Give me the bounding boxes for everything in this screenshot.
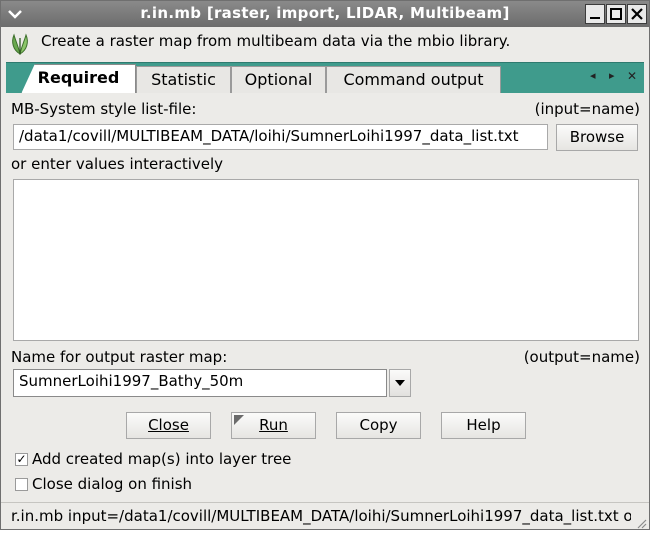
tab-scroll-right-icon[interactable]: ▸ [609, 69, 615, 82]
module-description: Create a raster map from multibeam data … [41, 32, 511, 50]
title-bar[interactable]: r.in.mb [raster, import, LIDAR, Multibea… [1, 1, 649, 27]
run-button-label: Run [259, 416, 288, 434]
copy-button-label: Copy [359, 416, 398, 434]
close-window-button[interactable] [627, 4, 647, 24]
input-file-field[interactable]: /data1/covill/MULTIBEAM_DATA/loihi/Sumne… [13, 124, 548, 150]
tab-command-output[interactable]: Command output [326, 66, 501, 94]
notebook-tabs: Required Statistic Optional Command outp… [6, 62, 644, 94]
command-preview: r.in.mb input=/data1/covill/MULTIBEAM_DA… [11, 507, 631, 525]
output-param-label: (output=name) [523, 348, 640, 366]
interactive-values-textarea[interactable] [13, 179, 639, 341]
minimize-button[interactable] [585, 4, 605, 24]
help-button-label: Help [466, 416, 501, 434]
tab-required[interactable]: Required [21, 64, 136, 94]
output-name-field[interactable]: SumnerLoihi1997_Bathy_50m [13, 369, 387, 397]
copy-button[interactable]: Copy [336, 412, 421, 439]
interactive-label: or enter values interactively [11, 155, 224, 173]
tab-scroll-left-icon[interactable]: ◂ [590, 69, 596, 82]
browse-button[interactable]: Browse [556, 124, 638, 151]
resize-grip-icon[interactable] [635, 515, 647, 529]
output-label: Name for output raster map: [11, 348, 228, 366]
close-button[interactable]: Close [126, 412, 211, 439]
help-button[interactable]: Help [441, 412, 526, 439]
window-title: r.in.mb [raster, import, LIDAR, Multibea… [140, 4, 510, 22]
output-dropdown-button[interactable] [389, 369, 411, 397]
run-corner-icon [234, 415, 244, 425]
close-button-label: Close [148, 416, 189, 434]
dialog-window: r.in.mb [raster, import, LIDAR, Multibea… [0, 0, 650, 530]
close-on-finish-checkbox[interactable] [15, 478, 28, 491]
status-bar: r.in.mb input=/data1/covill/MULTIBEAM_DA… [1, 502, 649, 529]
add-to-layer-tree-checkbox[interactable]: ✓ [15, 453, 28, 466]
tab-statistic[interactable]: Statistic [136, 66, 231, 94]
run-button[interactable]: Run [231, 412, 316, 439]
input-param-label: (input=name) [534, 100, 640, 118]
description-row: Create a raster map from multibeam data … [1, 27, 649, 61]
chevron-down-icon [395, 380, 405, 386]
tab-close-icon[interactable]: ✕ [627, 69, 637, 83]
grass-logo-icon [9, 32, 31, 56]
required-panel: MB-System style list-file: (input=name) … [6, 93, 644, 503]
input-label: MB-System style list-file: [11, 100, 197, 118]
maximize-button[interactable] [606, 4, 626, 24]
close-on-finish-label: Close dialog on finish [32, 475, 193, 493]
add-to-layer-tree-label: Add created map(s) into layer tree [32, 450, 292, 468]
tab-optional[interactable]: Optional [231, 66, 326, 94]
